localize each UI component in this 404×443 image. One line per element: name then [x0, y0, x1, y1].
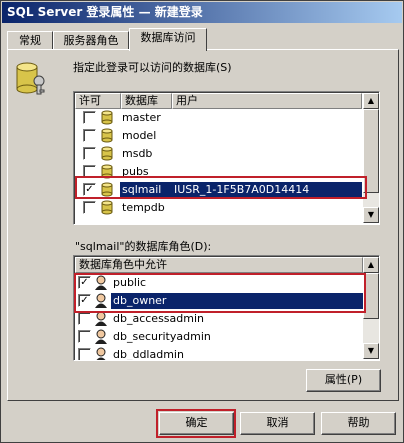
db-row-pubs[interactable]: pubs — [75, 163, 363, 181]
role-row-db-ddladmin[interactable]: db_ddladmin — [75, 346, 363, 361]
database-icon — [101, 182, 113, 197]
permit-checkbox-checked[interactable]: ✓ — [83, 183, 96, 196]
role-name: public — [113, 276, 147, 289]
scroll-thumb[interactable] — [363, 109, 379, 193]
permit-checkbox[interactable] — [83, 165, 96, 178]
db-access-instruction: 指定此登录可以访问的数据库(S) — [73, 61, 232, 74]
role-checkbox[interactable] — [78, 312, 91, 325]
db-name: model — [122, 129, 157, 142]
database-roles-list[interactable]: 数据库角色中允许 ✓ public ✓ db_owner db_accessad… — [73, 255, 380, 361]
tab-general[interactable]: 常规 — [7, 31, 53, 50]
role-user-icon — [96, 347, 106, 360]
cancel-button[interactable]: 取消 — [240, 412, 315, 435]
scroll-down-arrow-icon[interactable]: ▼ — [363, 207, 379, 223]
roles-label: "sqlmail"的数据库角色(D): — [75, 240, 212, 253]
role-checkbox-checked[interactable]: ✓ — [78, 294, 91, 307]
database-icon — [101, 164, 113, 179]
role-row-db-accessadmin[interactable]: db_accessadmin — [75, 310, 363, 328]
db-list-scrollbar[interactable]: ▲ ▼ — [363, 93, 379, 223]
db-row-msdb[interactable]: msdb — [75, 145, 363, 163]
column-header-database[interactable]: 数据库 — [121, 93, 172, 109]
column-header-user[interactable]: 用户 — [172, 93, 362, 109]
help-button[interactable]: 帮助 — [321, 412, 396, 435]
role-name: db_owner — [111, 293, 363, 309]
role-name: db_ddladmin — [113, 348, 184, 361]
permit-checkbox[interactable] — [83, 129, 96, 142]
role-user-icon — [95, 275, 107, 290]
scroll-thumb[interactable] — [363, 273, 379, 319]
scroll-up-arrow-icon[interactable]: ▲ — [363, 257, 379, 273]
db-name: sqlmail — [120, 182, 172, 198]
role-name: db_accessadmin — [113, 312, 204, 325]
db-row-tempdb[interactable]: tempdb — [75, 199, 363, 217]
database-icon — [101, 200, 113, 215]
db-name: master — [122, 111, 161, 124]
column-header-permit[interactable]: 许可 — [75, 93, 121, 109]
tab-server-roles[interactable]: 服务器角色 — [53, 31, 129, 50]
database-icon — [101, 110, 113, 125]
role-checkbox-checked[interactable]: ✓ — [78, 276, 91, 289]
role-checkbox[interactable] — [78, 330, 91, 343]
db-name: pubs — [122, 165, 149, 178]
tab-database-access[interactable]: 数据库访问 — [129, 28, 207, 51]
db-row-sqlmail[interactable]: ✓ sqlmail IUSR_1-1F5B7A0D14414 — [75, 181, 363, 199]
scroll-down-arrow-icon[interactable]: ▼ — [363, 343, 379, 359]
db-user: IUSR_1-1F5B7A0D14414 — [172, 182, 362, 198]
database-keys-icon — [16, 62, 45, 95]
db-row-master[interactable]: master — [75, 109, 363, 127]
properties-button[interactable]: 属性(P) — [306, 369, 381, 392]
role-row-public[interactable]: ✓ public — [75, 274, 363, 292]
permit-checkbox[interactable] — [83, 147, 96, 160]
role-row-db-owner[interactable]: ✓ db_owner — [75, 292, 363, 310]
role-checkbox[interactable] — [78, 348, 91, 360]
permit-checkbox[interactable] — [83, 201, 96, 214]
db-name: tempdb — [122, 201, 165, 214]
roles-list-scrollbar[interactable]: ▲ ▼ — [363, 257, 379, 359]
permit-checkbox[interactable] — [83, 111, 96, 124]
database-access-list[interactable]: 许可 数据库 用户 master model msdb pubs ✓ sqlma… — [73, 91, 380, 225]
role-user-icon — [95, 329, 107, 344]
database-icon — [101, 128, 113, 143]
ok-button[interactable]: 确定 — [159, 412, 234, 435]
login-properties-dialog: SQL Server 登录属性 — 新建登录 常规 服务器角色 数据库访问 指定… — [0, 0, 404, 443]
role-user-icon — [95, 311, 107, 326]
db-name: msdb — [122, 147, 153, 160]
window-title: SQL Server 登录属性 — 新建登录 — [2, 2, 402, 23]
role-name: db_securityadmin — [113, 330, 211, 343]
role-row-db-securityadmin[interactable]: db_securityadmin — [75, 328, 363, 346]
role-user-icon — [95, 293, 107, 308]
column-header-role[interactable]: 数据库角色中允许 — [75, 257, 363, 273]
scroll-up-arrow-icon[interactable]: ▲ — [363, 93, 379, 109]
db-row-model[interactable]: model — [75, 127, 363, 145]
database-icon — [101, 146, 113, 161]
